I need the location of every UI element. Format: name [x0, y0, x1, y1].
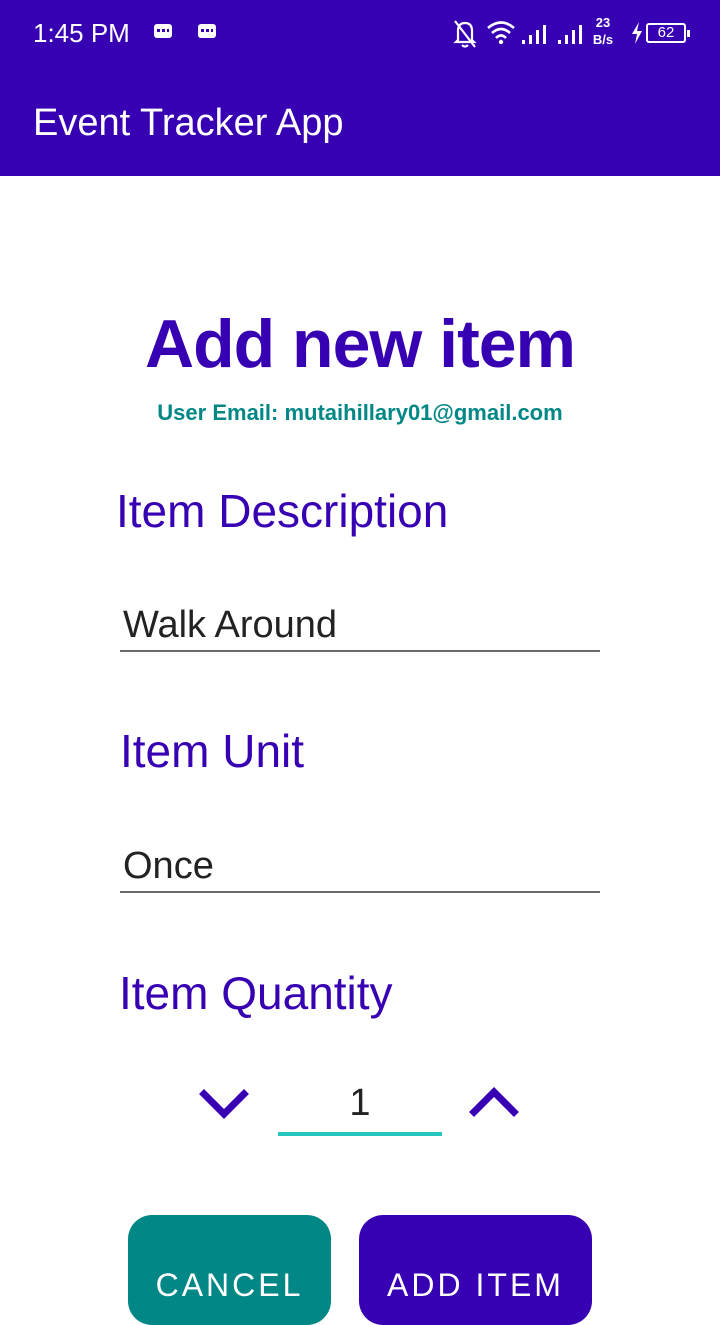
- item-quantity-label: Item Quantity: [119, 967, 393, 1019]
- message-icon: [154, 24, 172, 38]
- wifi-icon: [487, 21, 515, 45]
- chevron-down-icon: [199, 1089, 249, 1119]
- cancel-button[interactable]: CANCEL: [128, 1215, 331, 1325]
- signal-icon: [522, 25, 546, 44]
- item-quantity-input[interactable]: [278, 1074, 442, 1136]
- increment-quantity-button[interactable]: [466, 1082, 522, 1126]
- item-unit-label: Item Unit: [120, 725, 305, 777]
- app-bar: Event Tracker App: [0, 66, 720, 176]
- item-description-label: Item Description: [116, 485, 449, 537]
- battery-icon: 62: [646, 23, 690, 43]
- item-unit-input[interactable]: [120, 841, 600, 893]
- bell-off-icon: [453, 20, 477, 48]
- app-title: Event Tracker App: [33, 102, 344, 144]
- decrement-quantity-button[interactable]: [196, 1082, 252, 1126]
- network-speed-value: 23: [595, 15, 611, 30]
- chevron-up-icon: [469, 1087, 519, 1117]
- status-time: 1:45 PM: [33, 18, 130, 48]
- signal-icon: [558, 25, 582, 44]
- add-item-button[interactable]: ADD ITEM: [359, 1215, 592, 1325]
- page-title: Add new item: [144, 306, 576, 382]
- message-icon: [198, 24, 216, 38]
- status-bar: 1:45 PM 23 B/s 62: [0, 0, 720, 66]
- network-speed-unit: B/s: [592, 32, 614, 47]
- item-description-input[interactable]: [120, 600, 600, 652]
- charging-icon: [632, 22, 642, 44]
- battery-level: 62: [657, 24, 675, 41]
- user-email: User Email: mutaihillary01@gmail.com: [157, 400, 563, 425]
- network-speed: 23 B/s: [590, 14, 616, 48]
